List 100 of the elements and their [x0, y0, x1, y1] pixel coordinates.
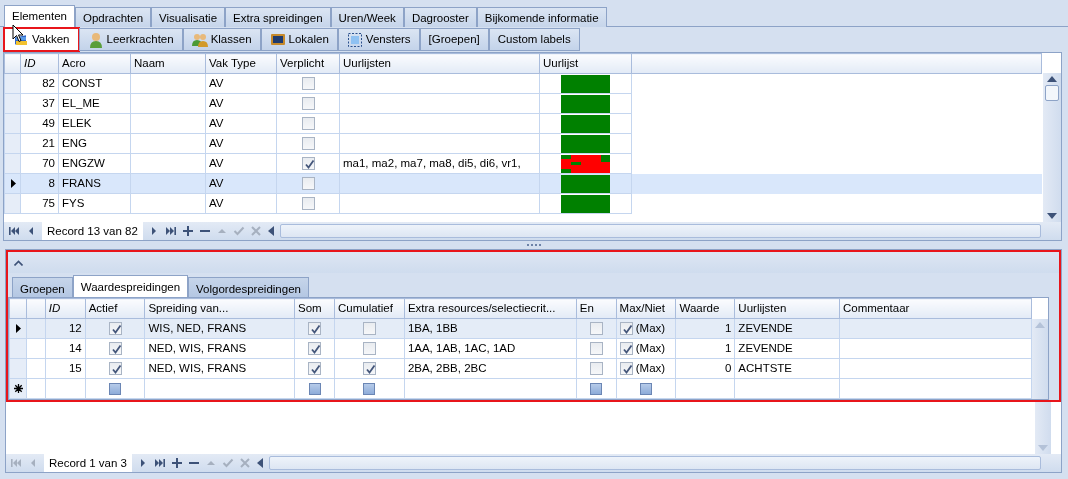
- column-header[interactable]: Extra resources/selectiecrit...: [404, 298, 577, 319]
- column-header[interactable]: Naam: [130, 53, 206, 74]
- table-row[interactable]: 8 FRANS AV: [4, 173, 1042, 194]
- dashed-frame-icon: [346, 31, 363, 48]
- tab[interactable]: Vensters: [337, 28, 420, 51]
- check-icon: [621, 364, 633, 376]
- plus-icon[interactable]: [181, 225, 194, 237]
- checkbox[interactable]: [109, 382, 122, 395]
- tab[interactable]: Elementen: [4, 5, 75, 27]
- column-header[interactable]: ID: [45, 298, 86, 319]
- tab[interactable]: Vakken: [4, 28, 79, 51]
- table-cell: NED, WIS, FRANS: [148, 361, 247, 374]
- checkbox[interactable]: [301, 197, 315, 211]
- checkbox[interactable]: [301, 177, 315, 191]
- checkbox[interactable]: [619, 322, 633, 336]
- check-icon: [364, 364, 376, 376]
- checkbox[interactable]: [619, 342, 633, 356]
- checkbox[interactable]: [108, 362, 122, 376]
- row-pointer-icon: [14, 324, 22, 333]
- first-record-icon[interactable]: [8, 225, 20, 237]
- column-header[interactable]: Uurlijsten: [734, 298, 840, 319]
- tab[interactable]: Groepen: [12, 277, 73, 297]
- tab[interactable]: Waardespreidingen: [72, 275, 189, 297]
- column-header[interactable]: Verplicht: [276, 53, 340, 74]
- table-row[interactable]: 70 ENGZW AV ma1, ma2, ma7, ma8, di5, di6, vr1,: [4, 153, 1042, 174]
- collapse-icon[interactable]: [14, 259, 23, 266]
- tab[interactable]: Opdrachten: [75, 7, 152, 27]
- plus-icon[interactable]: [171, 457, 183, 469]
- column-header[interactable]: Waarde: [675, 298, 735, 319]
- column-header[interactable]: Spreiding van...: [144, 298, 295, 319]
- check-icon: [303, 159, 315, 171]
- table-row[interactable]: 82 CONST AV: [4, 73, 1042, 94]
- checkbox[interactable]: [589, 322, 603, 336]
- last-record-icon[interactable]: [164, 225, 177, 237]
- checkbox[interactable]: [301, 77, 315, 91]
- column-header[interactable]: Uurlijsten: [339, 53, 540, 74]
- checkbox[interactable]: [619, 362, 633, 376]
- people-icon: [191, 31, 208, 48]
- scroll-up-icon[interactable]: [1047, 76, 1057, 82]
- check-icon: [310, 344, 321, 356]
- tab[interactable]: Uren/Week: [330, 7, 404, 27]
- tab[interactable]: Bijkomende informatie: [476, 7, 607, 27]
- tab[interactable]: Visualisatie: [151, 7, 226, 27]
- record-counter: Record 13 van 82: [42, 222, 143, 240]
- table-row[interactable]: 15 NED, WIS, FRANS 2BA, 2BB, 2BC (Max) 0 ACHTSTE: [9, 358, 1032, 379]
- checkbox[interactable]: [589, 362, 603, 376]
- table-row[interactable]: 14 NED, WIS, FRANS 1AA, 1AB, 1AC, 1AD (Max) 1 ZEVENDE: [9, 338, 1032, 359]
- tab[interactable]: Klassen: [182, 28, 261, 51]
- column-header[interactable]: ID: [20, 53, 59, 74]
- checkbox[interactable]: [108, 322, 122, 336]
- horizontal-scrollbar[interactable]: [279, 224, 1041, 238]
- column-header[interactable]: Uurlijst: [539, 53, 632, 74]
- checkbox[interactable]: [308, 362, 321, 376]
- tab[interactable]: Custom labels: [488, 28, 580, 51]
- column-header[interactable]: Actief: [85, 298, 145, 319]
- table-row[interactable]: 49 ELEK AV: [4, 113, 1042, 134]
- checkbox[interactable]: [301, 117, 315, 131]
- table-row[interactable]: 12 WIS, NED, FRANS 1BA, 1BB (Max) 1 ZEVENDE: [9, 318, 1032, 339]
- last-record-icon[interactable]: [154, 457, 166, 469]
- tab[interactable]: Volgordespreidingen: [188, 277, 309, 297]
- checkbox[interactable]: [362, 322, 376, 336]
- table-cell: ENGZW: [62, 156, 105, 169]
- table-cell: 8: [48, 176, 55, 189]
- checkbox[interactable]: [301, 137, 315, 151]
- checkbox[interactable]: [308, 342, 321, 356]
- column-header[interactable]: Commentaar: [839, 298, 1032, 319]
- tab[interactable]: [Groepen]: [419, 28, 489, 51]
- checkbox[interactable]: [362, 342, 376, 356]
- checkbox[interactable]: [301, 97, 315, 111]
- column-header[interactable]: Max/Niet: [616, 298, 676, 319]
- table-row[interactable]: 37 EL_ME AV: [4, 93, 1042, 114]
- checkbox[interactable]: [363, 382, 376, 395]
- scroll-left-icon: [256, 457, 264, 469]
- checkbox[interactable]: [308, 382, 321, 395]
- splitter-grip-icon[interactable]: [527, 243, 541, 247]
- checkbox[interactable]: [640, 382, 652, 395]
- tab[interactable]: Leerkrachten: [78, 28, 183, 51]
- checkbox[interactable]: [589, 342, 603, 356]
- table-row[interactable]: 21 ENG AV: [4, 133, 1042, 154]
- column-header[interactable]: Cumulatief: [334, 298, 405, 319]
- column-header[interactable]: En: [576, 298, 617, 319]
- column-header[interactable]: Vak Type: [205, 53, 277, 74]
- horizontal-scrollbar[interactable]: [269, 456, 1041, 470]
- checkbox[interactable]: [108, 342, 122, 356]
- tab[interactable]: Extra spreidingen: [225, 7, 331, 27]
- table-row[interactable]: 75 FYS AV: [4, 193, 1042, 214]
- checkbox[interactable]: [590, 382, 603, 395]
- checkbox[interactable]: [308, 322, 321, 336]
- checkbox[interactable]: [362, 362, 376, 376]
- scrollbar-thumb[interactable]: [1045, 84, 1059, 101]
- asterisk-icon: [14, 384, 23, 393]
- column-header[interactable]: Som: [294, 298, 335, 319]
- tab[interactable]: Lokalen: [260, 28, 338, 51]
- tab[interactable]: Dagrooster: [403, 7, 477, 27]
- checkbox[interactable]: [301, 157, 315, 171]
- check-icon: [621, 344, 633, 356]
- table-cell: AV: [209, 176, 224, 189]
- scroll-down-icon[interactable]: [1047, 213, 1057, 219]
- table-cell: 1: [724, 321, 732, 334]
- column-header[interactable]: Acro: [58, 53, 131, 74]
